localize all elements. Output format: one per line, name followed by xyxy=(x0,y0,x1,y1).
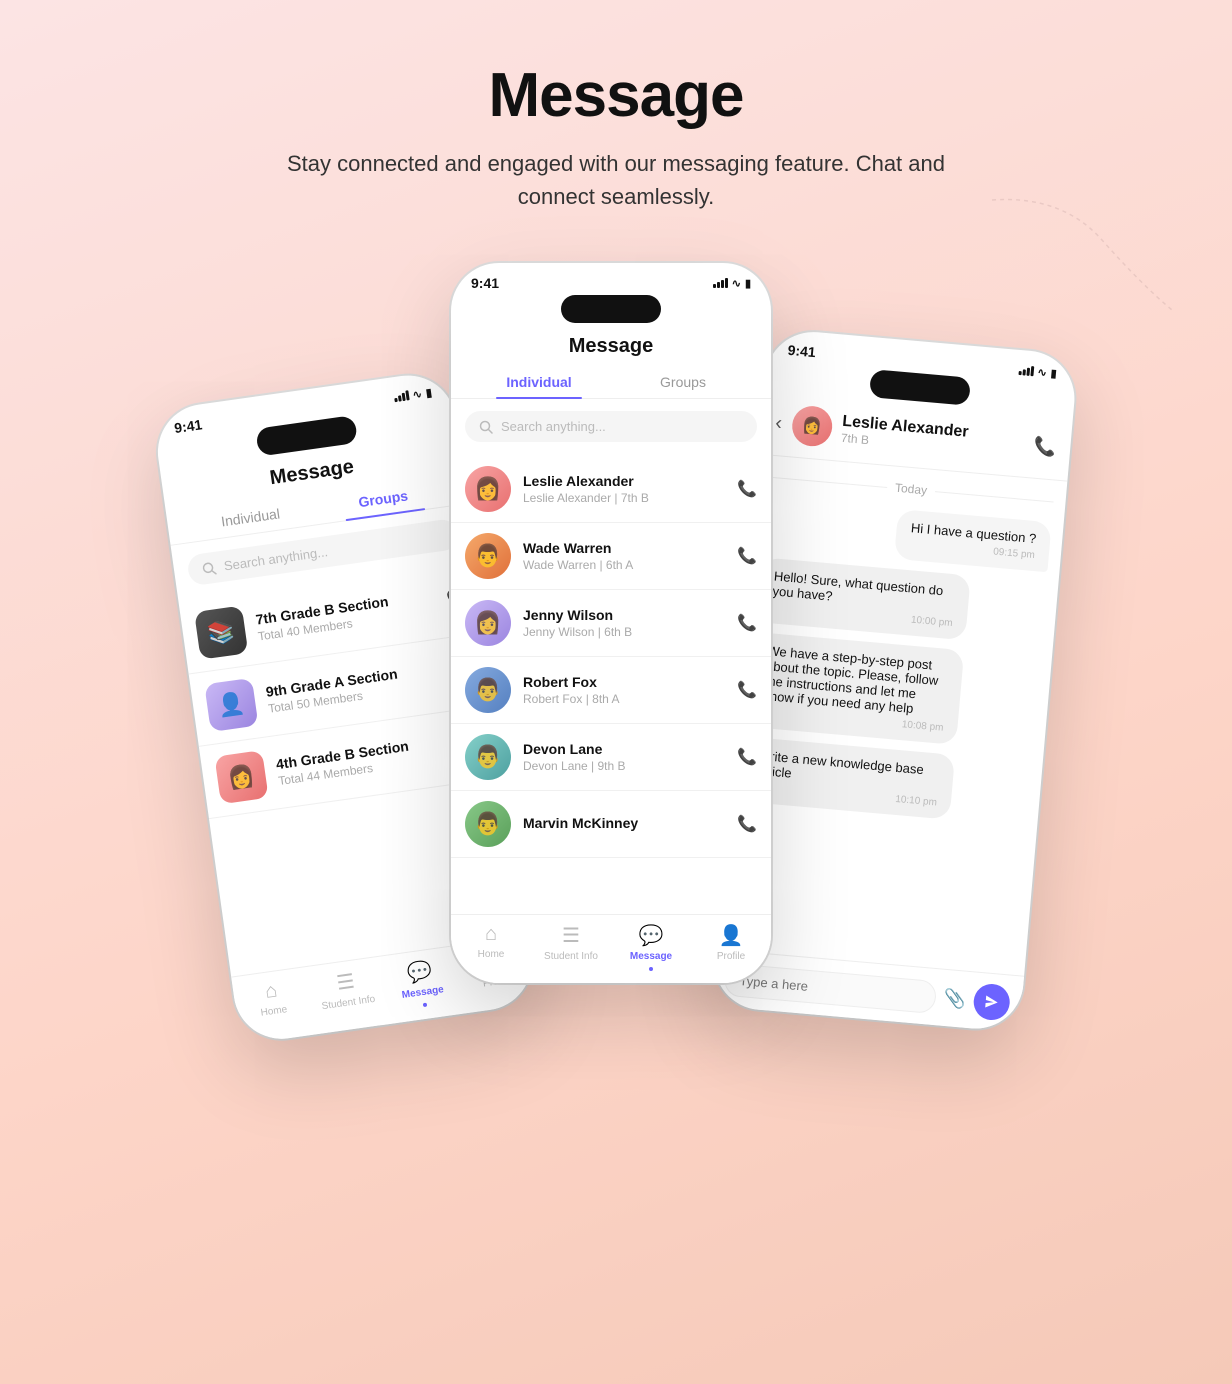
signal-icon-c xyxy=(713,278,728,288)
avatar-robert: 👨 xyxy=(465,667,511,713)
contact-marvin[interactable]: 👨 Marvin McKinney 📞 xyxy=(451,791,771,858)
page-header: Message Stay connected and engaged with … xyxy=(0,0,1232,243)
bubble-sent-1: Hi I have a question ? 09:15 pm xyxy=(894,509,1052,572)
dynamic-island-center xyxy=(561,295,661,323)
chat-contact-info: Leslie Alexander 7th B xyxy=(840,413,969,456)
nav-message-left[interactable]: 💬 Message xyxy=(381,954,462,1012)
group-info-1: 7th Grade B Section Total 40 Members xyxy=(255,587,438,644)
chat-avatar: 👩 xyxy=(790,404,833,447)
app-header-center: Message xyxy=(451,329,771,366)
message-icon-left: 💬 xyxy=(406,958,434,986)
battery-icon-r: ▮ xyxy=(1050,366,1057,379)
status-bar-center: 9:41 ∿ ▮ xyxy=(451,263,771,295)
time-left: 9:41 xyxy=(173,416,203,436)
group-info-2: 9th Grade A Section Total 50 Members xyxy=(265,659,448,716)
tab-individual-center[interactable]: Individual xyxy=(467,366,611,398)
back-button[interactable]: ‹ xyxy=(774,412,783,435)
avatar-marvin: 👨 xyxy=(465,801,511,847)
time-center: 9:41 xyxy=(471,275,499,291)
info-marvin: Marvin McKinney xyxy=(523,815,725,833)
msg-received-1: Hello! Sure, what question do you have? … xyxy=(756,557,1047,647)
msg-received-2: We have a step-by-step post about the to… xyxy=(747,632,1040,752)
send-icon xyxy=(983,993,1000,1010)
nav-student-center[interactable]: ☰ Student Info xyxy=(531,923,611,971)
info-leslie: Leslie Alexander Leslie Alexander | 7th … xyxy=(523,473,725,505)
phone-individual: 9:41 ∿ ▮ Message Individual xyxy=(451,263,771,983)
bubble-recv-3: Write a new knowledge base article 10:10… xyxy=(740,737,955,820)
nav-profile-center[interactable]: 👤 Profile xyxy=(691,923,771,971)
home-icon-left: ⌂ xyxy=(264,979,279,1003)
phones-container: 9:41 ∿ ▮ Message Individual xyxy=(0,243,1232,1063)
call-robert[interactable]: 📞 xyxy=(737,680,757,700)
battery-icon: ▮ xyxy=(425,386,433,400)
page-title: Message xyxy=(20,60,1212,131)
search-bar-center[interactable]: Search anything... xyxy=(465,411,757,442)
status-icons-left: ∿ ▮ xyxy=(393,386,433,404)
search-icon-left xyxy=(201,560,217,576)
call-marvin[interactable]: 📞 xyxy=(737,814,757,834)
avatar-leslie: 👩 xyxy=(465,466,511,512)
info-devon: Devon Lane Devon Lane | 9th B xyxy=(523,741,725,773)
info-robert: Robert Fox Robert Fox | 8th A xyxy=(523,674,725,706)
page-subtitle: Stay connected and engaged with our mess… xyxy=(276,147,956,213)
call-wade[interactable]: 📞 xyxy=(737,546,757,566)
info-jenny: Jenny Wilson Jenny Wilson | 6th B xyxy=(523,607,725,639)
nav-message-center[interactable]: 💬 Message xyxy=(611,923,691,971)
avatar-jenny: 👩 xyxy=(465,600,511,646)
chat-call-button[interactable]: 📞 xyxy=(1033,435,1057,458)
signal-icon xyxy=(393,390,409,402)
search-placeholder-center: Search anything... xyxy=(501,419,606,434)
tab-groups-center[interactable]: Groups xyxy=(611,366,755,398)
search-icon-center xyxy=(479,420,493,434)
call-devon[interactable]: 📞 xyxy=(737,747,757,767)
group-info-3: 4th Grade B Section Total 44 Members xyxy=(275,731,458,788)
contact-jenny[interactable]: 👩 Jenny Wilson Jenny Wilson | 6th B 📞 xyxy=(451,590,771,657)
attach-button[interactable]: 📎 xyxy=(943,987,967,1010)
call-leslie[interactable]: 📞 xyxy=(737,479,757,499)
bottom-nav-center: ⌂ Home ☰ Student Info 💬 Message 👤 Profil… xyxy=(451,914,771,983)
send-button[interactable] xyxy=(972,983,1011,1022)
contact-leslie[interactable]: 👩 Leslie Alexander Leslie Alexander | 7t… xyxy=(451,456,771,523)
group-avatar-3: 👩 xyxy=(214,750,268,804)
wifi-icon: ∿ xyxy=(412,387,423,401)
bubble-recv-2: We have a step-by-step post about the to… xyxy=(747,632,964,745)
signal-icon-r xyxy=(1018,365,1034,376)
avatar-wade: 👨 xyxy=(465,533,511,579)
info-wade: Wade Warren Wade Warren | 6th A xyxy=(523,540,725,572)
group-avatar-1: 📚 xyxy=(194,606,248,660)
nav-home-left[interactable]: ⌂ Home xyxy=(232,975,313,1033)
contact-wade[interactable]: 👨 Wade Warren Wade Warren | 6th A 📞 xyxy=(451,523,771,590)
student-icon-center: ☰ xyxy=(562,923,580,948)
home-icon-center: ⌂ xyxy=(485,923,497,946)
nav-home-center[interactable]: ⌂ Home xyxy=(451,923,531,971)
nav-student-left[interactable]: ☰ Student Info xyxy=(307,965,388,1023)
status-icons-right: ∿ ▮ xyxy=(1018,363,1057,379)
contact-devon[interactable]: 👨 Devon Lane Devon Lane | 9th B 📞 xyxy=(451,724,771,791)
wifi-icon-r: ∿ xyxy=(1037,365,1047,379)
time-right: 9:41 xyxy=(787,342,816,360)
phone-individual-screen: 9:41 ∿ ▮ Message Individual xyxy=(451,263,771,983)
bubble-recv-1: Hello! Sure, what question do you have? … xyxy=(756,557,971,640)
student-icon-left: ☰ xyxy=(335,969,356,996)
profile-icon-center: 👤 xyxy=(719,923,744,948)
wifi-icon-c: ∿ xyxy=(732,277,741,290)
battery-icon-c: ▮ xyxy=(745,277,751,290)
message-icon-center: 💬 xyxy=(639,923,664,948)
msg-received-3: Write a new knowledge base article 10:10… xyxy=(740,737,1031,827)
tabs-center: Individual Groups xyxy=(451,366,771,399)
avatar-devon: 👨 xyxy=(465,734,511,780)
call-jenny[interactable]: 📞 xyxy=(737,613,757,633)
status-icons-center: ∿ ▮ xyxy=(713,277,751,290)
contact-robert[interactable]: 👨 Robert Fox Robert Fox | 8th A 📞 xyxy=(451,657,771,724)
search-placeholder-left: Search anything... xyxy=(223,544,329,573)
group-avatar-2: 👤 xyxy=(204,678,258,732)
